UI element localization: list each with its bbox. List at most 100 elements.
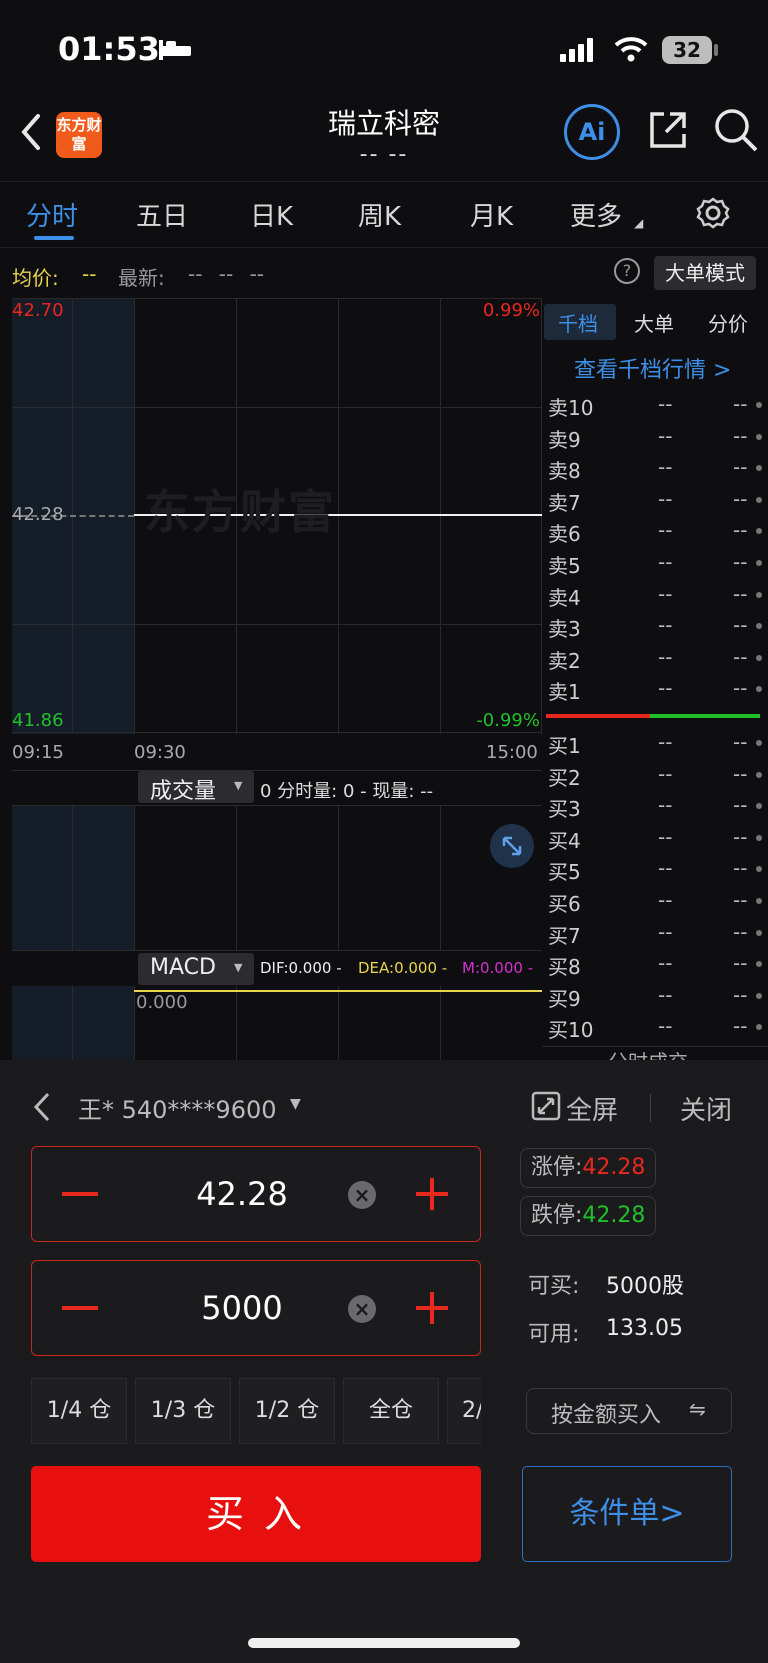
tab-monthly-k[interactable]: 月K [470,196,513,233]
buy-level-row[interactable]: 买10 -- -- [548,1012,766,1042]
level-dot-icon [756,1024,762,1031]
sell-level-row[interactable]: 卖6 -- -- [548,516,766,546]
position-two-thirds-button[interactable]: 2/ [447,1378,481,1444]
sell-level-row[interactable]: 卖9 -- -- [548,422,766,452]
close-panel-button[interactable]: 关闭 [680,1090,732,1127]
buy-level-row[interactable]: 买6 -- -- [548,886,766,916]
volume-indicator-select[interactable]: 成交量 ▼ [138,771,254,804]
buy-level-volume: -- [733,730,748,754]
buy-level-volume: -- [733,888,748,912]
sell-level-volume: -- [733,486,748,511]
sell-level-row[interactable]: 卖2 -- -- [548,643,766,673]
buy-by-amount-button[interactable]: 按金额买入 ⇋ [526,1388,732,1434]
collapse-icon[interactable] [30,1090,52,1124]
level-dot-icon [756,496,762,503]
price-input[interactable]: 42.28 × [31,1146,481,1242]
share-icon[interactable] [646,108,690,152]
time-label-open-auction: 09:15 [12,742,64,763]
switch-icon: ⇋ [689,1397,706,1421]
buy-level-row[interactable]: 买5 -- -- [548,854,766,884]
buy-level-price: -- [658,856,673,881]
level-dot-icon [756,623,762,630]
price-value[interactable]: 42.28 [152,1175,332,1213]
position-full-button[interactable]: 全仓 [343,1378,439,1444]
buy-button[interactable]: 买 入 [31,1466,481,1562]
sell-level-volume: -- [733,455,748,480]
tab-price-distribution[interactable]: 分价 [708,308,748,337]
status-time: 01:53 [58,30,160,68]
price-decrease-button[interactable] [62,1192,98,1196]
view-depth-link[interactable]: 查看千档行情 > [574,352,731,384]
settings-icon[interactable] [696,196,730,230]
search-icon[interactable] [712,106,760,154]
sell-level-row[interactable]: 卖7 -- -- [548,485,766,515]
level-dot-icon [756,866,762,873]
buy-level-volume: -- [733,951,748,976]
sell-level-row[interactable]: 卖8 -- -- [548,453,766,483]
help-icon[interactable]: ? [614,258,640,284]
buy-level-row[interactable]: 买8 -- -- [548,949,766,979]
sell-level-label: 卖2 [548,648,581,673]
buy-level-label: 买1 [548,734,581,758]
limit-up-tag[interactable]: 涨停:42.28 [520,1148,657,1188]
conditional-order-button[interactable]: 条件单> [522,1466,732,1562]
tab-daily-k[interactable]: 日K [250,196,293,233]
fullscreen-button[interactable]: 全屏 [566,1090,618,1127]
sell-level-row[interactable]: 卖3 -- -- [548,611,766,641]
sell-level-volume: -- [733,676,748,701]
sell-level-label: 卖3 [548,617,581,642]
buy-level-label: 买3 [548,797,581,822]
position-quarter-button[interactable]: 1/4 仓 [31,1378,127,1444]
buy-level-row[interactable]: 买7 -- -- [548,918,766,948]
tab-intraday[interactable]: 分时 [26,196,78,233]
sell-level-price: -- [658,486,673,511]
macd-chart[interactable]: 0.000 [12,986,542,1060]
intraday-chart[interactable]: 东方财富 42.70 42.28 41.86 0.99% -0.99% [12,298,542,734]
sell-level-row[interactable]: 卖5 -- -- [548,548,766,578]
level-dot-icon [756,740,762,746]
clear-price-icon[interactable]: × [348,1181,376,1209]
sell-level-row[interactable]: 卖4 -- -- [548,580,766,610]
buy-level-row[interactable]: 买9 -- -- [548,981,766,1011]
level-dot-icon [756,834,762,841]
sell-level-volume: -- [733,550,748,574]
macd-indicator-select[interactable]: MACD ▼ [138,953,254,985]
sell-level-label: 卖5 [548,554,581,578]
pct-high-label: 0.99% [482,300,540,321]
buy-level-label: 买6 [548,892,581,916]
quantity-decrease-button[interactable] [62,1306,98,1310]
volume-chart[interactable] [12,806,542,950]
macd-header: MACD ▼ DIF:0.000 - DEA:0.000 - M:0.000 - [12,950,542,986]
position-half-button[interactable]: 1/2 仓 [239,1378,335,1444]
sell-level-row[interactable]: 卖1 -- -- [548,674,766,704]
buy-level-row[interactable]: 买4 -- -- [548,823,766,853]
ai-assistant-button[interactable]: Ai [564,104,620,160]
buy-level-row[interactable]: 买3 -- -- [548,791,766,821]
level-dot-icon [756,771,762,778]
tab-five-day[interactable]: 五日 [136,196,188,233]
account-selector[interactable]: 王* 540****9600 [78,1090,277,1125]
level-dot-icon [756,560,762,566]
level-dot-icon [756,929,762,936]
expand-chart-icon[interactable] [490,824,534,868]
tab-depth[interactable]: 千档 [544,304,616,340]
large-order-mode-button[interactable]: 大单模式 [654,256,756,290]
sell-level-row[interactable]: 卖10 -- -- [548,390,766,420]
sell-level-label: 卖6 [548,522,581,547]
position-third-button[interactable]: 1/3 仓 [135,1378,231,1444]
buy-level-row[interactable]: 买1 -- -- [548,728,766,758]
sell-level-volume: -- [733,392,748,416]
status-bar: 01:53 32 [0,0,768,90]
dropdown-icon: ▼ [234,779,243,792]
buy-level-price: -- [658,919,673,944]
sell-level-volume: -- [733,423,748,448]
volume-header: 成交量 ▼ 0 分时量: 0 - 现量: -- [12,770,542,806]
fullscreen-icon[interactable] [530,1090,562,1122]
limit-down-tag[interactable]: 跌停:42.28 [520,1196,657,1236]
tab-weekly-k[interactable]: 周K [358,196,401,233]
tab-more[interactable]: 更多 [570,196,622,233]
order-book: 千档 大单 分价 查看千档行情 > 卖10 -- -- 卖9 -- -- 卖8 -- -- 卖7 -… [542,298,768,1074]
tab-large-orders[interactable]: 大单 [634,308,674,337]
buy-level-volume: -- [733,824,748,849]
buy-level-row[interactable]: 买2 -- -- [548,760,766,790]
